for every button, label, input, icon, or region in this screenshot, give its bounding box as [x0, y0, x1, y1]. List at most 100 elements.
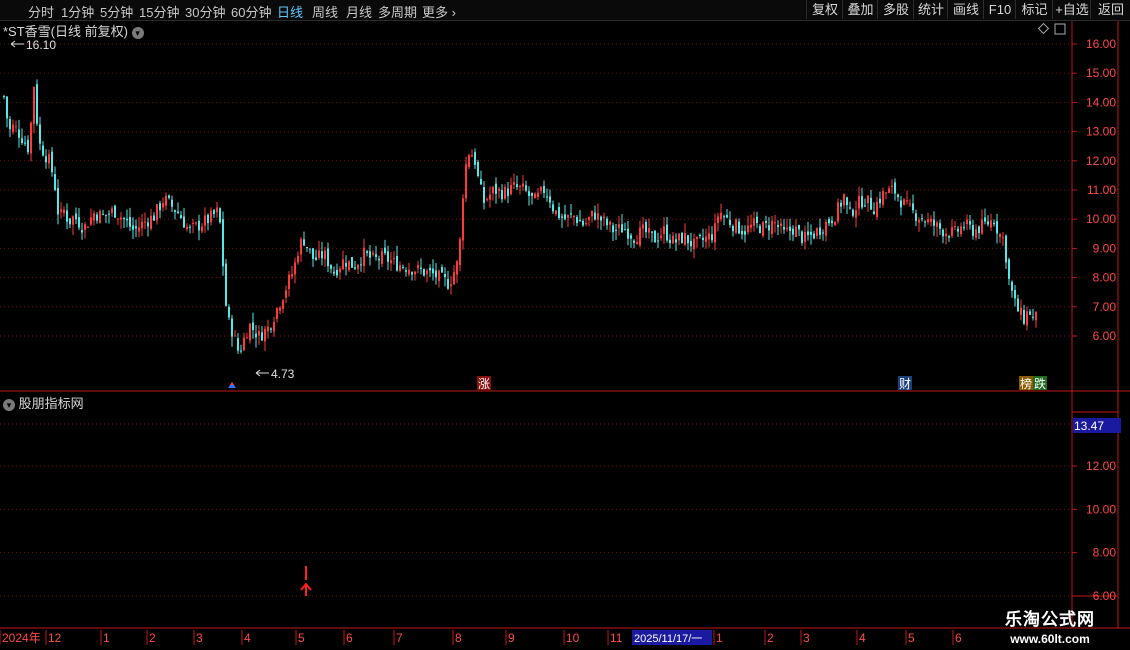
candle-body — [1011, 281, 1013, 291]
bang-marker[interactable]: 榜 — [1019, 376, 1033, 391]
candle-body — [39, 124, 41, 144]
candle-body — [855, 210, 857, 218]
candle-body — [633, 240, 635, 243]
candle-body — [174, 210, 176, 212]
candle-body — [123, 218, 125, 220]
x-tick-label: 11 — [610, 631, 623, 645]
candle-body — [735, 219, 737, 233]
triangle-marker-icon — [228, 382, 236, 388]
candle-body — [462, 198, 464, 241]
candle-body — [663, 226, 665, 234]
main-grid — [0, 43, 1072, 337]
candle-body — [354, 267, 356, 269]
candle-body — [1014, 290, 1016, 299]
candle-body — [951, 227, 953, 237]
candle-body — [66, 210, 68, 222]
settings-icon[interactable] — [1054, 23, 1066, 35]
candle-body — [12, 124, 14, 133]
candle-body — [294, 262, 296, 275]
candle-body — [768, 225, 770, 231]
candle-body — [612, 225, 614, 233]
svg-text:榜: 榜 — [1020, 376, 1032, 391]
candle-body — [483, 187, 485, 203]
y-tick-label: 6.00 — [1093, 329, 1117, 343]
candle-body — [576, 217, 578, 223]
candle-body — [273, 322, 275, 332]
candle-body — [693, 238, 695, 250]
candle-body — [579, 219, 581, 222]
candle-body — [393, 258, 395, 260]
die-marker[interactable]: 跌 — [1033, 376, 1047, 391]
candle-body — [654, 230, 656, 243]
candle-body — [678, 233, 680, 241]
candle-body — [63, 209, 65, 213]
candle-body — [927, 219, 929, 223]
candle-body — [1008, 259, 1010, 279]
candle-body — [156, 204, 158, 221]
candle-body — [1005, 235, 1007, 263]
candle-body — [669, 239, 671, 244]
cai-marker[interactable]: 财 — [898, 376, 912, 391]
candle-body — [180, 215, 182, 219]
candle-body — [642, 224, 644, 229]
candle-body — [912, 203, 914, 211]
candle-body — [195, 222, 197, 224]
candle-body — [516, 184, 518, 187]
candle-body — [360, 264, 362, 266]
candle-body — [714, 223, 716, 243]
candle-body — [825, 221, 827, 236]
candle-body — [1029, 311, 1031, 315]
candle-body — [942, 229, 944, 237]
current-value-box: 13.47 — [1073, 418, 1121, 433]
candle-body — [699, 234, 701, 237]
candle-body — [267, 326, 269, 332]
candle-body — [240, 350, 242, 352]
candle-body — [402, 267, 404, 269]
kline-chart[interactable]: 16.0015.0014.0013.0012.0011.0010.009.008… — [0, 0, 1130, 650]
candle-body — [546, 196, 548, 198]
candle-body — [876, 201, 878, 217]
x-tick-label: 4 — [859, 631, 866, 645]
candle-body — [774, 222, 776, 224]
candle-body — [1017, 298, 1019, 312]
candle-body — [72, 216, 74, 225]
candle-body — [804, 231, 806, 242]
candle-body — [429, 267, 431, 271]
candle-body — [444, 273, 446, 277]
candle-body — [543, 186, 545, 194]
x-tick-label: 5 — [908, 631, 915, 645]
candle-body — [846, 197, 848, 205]
candle-body — [915, 213, 917, 221]
x-tick-label: 1 — [103, 631, 110, 645]
candle-body — [309, 248, 311, 250]
candle-body — [459, 239, 461, 265]
y-tick-label: 8.00 — [1093, 271, 1117, 285]
candle-body — [627, 228, 629, 239]
candle-body — [141, 221, 143, 229]
candle-body — [243, 337, 245, 351]
candle-body — [597, 213, 599, 220]
zhang-marker[interactable]: 涨 — [477, 376, 491, 391]
candle-body — [702, 237, 704, 241]
candle-body — [111, 208, 113, 214]
candle-body — [921, 218, 923, 220]
candle-body — [312, 248, 314, 259]
candle-body — [96, 214, 98, 221]
candle-body — [711, 234, 713, 241]
candle-body — [1002, 237, 1004, 239]
candle-body — [198, 220, 200, 231]
candle-body — [291, 274, 293, 277]
svg-text:涨: 涨 — [478, 376, 490, 391]
candle-body — [822, 232, 824, 234]
candle-body — [396, 256, 398, 271]
candle-body — [744, 231, 746, 235]
y-tick-label: 10.00 — [1086, 212, 1116, 226]
candle-body — [525, 185, 527, 191]
candle-body — [672, 235, 674, 244]
diamond-icon[interactable] — [1037, 22, 1050, 35]
candle-body — [882, 191, 884, 205]
y-tick-label: 9.00 — [1093, 241, 1117, 255]
candle-body — [534, 193, 536, 199]
candle-body — [864, 205, 866, 207]
candle-body — [621, 224, 623, 233]
